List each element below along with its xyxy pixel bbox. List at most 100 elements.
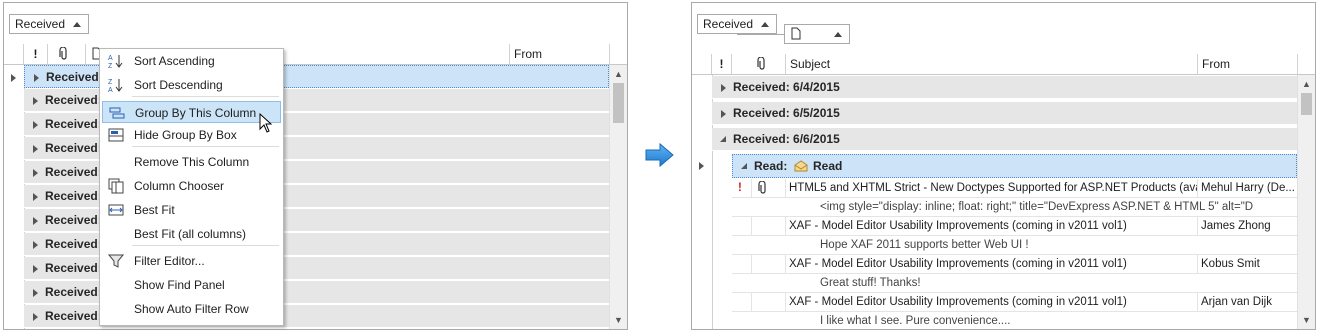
subject-cell: XAF - Model Editor Usability Improvement… <box>786 293 1198 311</box>
group-chip-connector <box>737 34 784 35</box>
scroll-down-arrow-icon[interactable]: ▼ <box>1302 315 1311 325</box>
table-row[interactable]: XAF - Model Editor Usability Improvement… <box>732 293 1297 312</box>
menu-item-sort-ascending[interactable]: A Z Sort Ascending <box>102 50 281 72</box>
column-header-subject-label: Subject <box>790 57 831 71</box>
importance-cell <box>732 255 752 273</box>
svg-text:Z: Z <box>108 63 113 69</box>
group-row[interactable]: Received: 6/4/2015 <box>712 76 1297 99</box>
group-chip-received[interactable]: Received <box>9 14 89 34</box>
column-header-from-label: From <box>514 47 542 61</box>
table-row[interactable]: XAF - Model Editor Usability Improvement… <box>732 255 1297 274</box>
expand-icon[interactable] <box>34 74 39 82</box>
importance-cell: ! <box>732 179 752 197</box>
expand-icon[interactable] <box>33 241 38 249</box>
group-row-label: Received: <box>46 70 103 84</box>
column-header-importance[interactable]: ! <box>24 44 48 64</box>
column-header-row: ! From <box>4 44 627 65</box>
menu-item-label: Remove This Column <box>134 155 250 169</box>
group-box-icon <box>108 127 124 143</box>
menu-item-label: Sort Descending <box>134 78 223 92</box>
paperclip-icon <box>758 181 766 194</box>
message-preview-row: Hope XAF 2011 supports better Web UI ! <box>732 236 1297 255</box>
attachment-cell <box>752 293 786 311</box>
table-row[interactable]: ! HTML5 and XHTML Strict - New Doctypes S… <box>732 179 1297 198</box>
menu-item-show-auto-filter-row[interactable]: Show Auto Filter Row <box>102 298 281 320</box>
menu-item-column-chooser[interactable]: Column Chooser <box>102 175 281 197</box>
menu-item-filter-editor[interactable]: Filter Editor... <box>102 250 281 272</box>
menu-item-remove-this-column[interactable]: Remove This Column <box>102 151 281 173</box>
menu-item-sort-descending[interactable]: Z A Sort Descending <box>102 74 281 96</box>
table-row[interactable]: XAF - Model Editor Usability Improvement… <box>732 217 1297 236</box>
group-row-label: Received: <box>45 117 102 131</box>
column-header-importance[interactable]: ! <box>712 54 732 74</box>
menu-item-group-by-this-column[interactable]: Group By This Column <box>102 101 281 123</box>
subject-cell: XAF - Model Editor Usability Improvement… <box>786 217 1198 235</box>
right-vertical-scrollbar[interactable]: ▲ ▼ <box>1297 75 1315 329</box>
menu-item-hide-group-by-box[interactable]: Hide Group By Box <box>102 124 281 146</box>
expand-icon[interactable] <box>33 193 38 201</box>
group-row-label: Received: <box>45 189 102 203</box>
scroll-down-arrow-icon[interactable]: ▼ <box>614 315 623 325</box>
expand-icon[interactable] <box>33 97 38 105</box>
column-header-subject[interactable]: Subject <box>786 54 1198 74</box>
message-preview-text: I like what I see. Pure convenience.... <box>820 315 1011 327</box>
column-header-from[interactable]: From <box>510 44 610 64</box>
column-header-attachment[interactable] <box>732 54 786 74</box>
expand-icon[interactable] <box>721 110 726 118</box>
collapse-icon[interactable] <box>741 163 747 169</box>
importance-icon: ! <box>33 47 38 61</box>
svg-text:Z: Z <box>108 79 113 86</box>
message-preview-row: I like what I see. Pure convenience.... <box>732 312 1297 329</box>
scrollbar-thumb[interactable] <box>1301 93 1312 115</box>
group-row-label: Received: <box>45 165 102 179</box>
expand-icon[interactable] <box>33 145 38 153</box>
from-cell: Arjan van Dijk <box>1201 296 1272 308</box>
expand-icon[interactable] <box>33 265 38 273</box>
column-header-attachment[interactable] <box>48 44 86 64</box>
group-row-label: Received: <box>45 309 102 323</box>
expand-icon[interactable] <box>33 313 38 321</box>
subject-cell: HTML5 and XHTML Strict - New Doctypes Su… <box>786 179 1198 197</box>
group-row[interactable]: Received: 6/5/2015 <box>712 102 1297 125</box>
menu-item-label: Best Fit (all columns) <box>134 227 247 241</box>
sort-descending-icon: ZA <box>108 77 124 94</box>
sort-ascending-indicator-icon <box>834 32 842 37</box>
right-grid: Received ! Subject From Received: 6/4/20… <box>691 2 1316 330</box>
column-header-indicator <box>4 44 24 64</box>
scroll-up-arrow-icon[interactable]: ▲ <box>614 69 623 79</box>
menu-item-label: Best Fit <box>134 203 175 217</box>
column-header-from-label: From <box>1202 57 1230 71</box>
menu-item-best-fit-all-columns[interactable]: Best Fit (all columns) <box>102 223 281 245</box>
column-header-indicator <box>692 54 712 74</box>
scroll-up-arrow-icon[interactable]: ▲ <box>1302 79 1311 89</box>
current-row-indicator-icon <box>11 74 16 82</box>
left-vertical-scrollbar[interactable]: ▲ ▼ <box>609 65 627 329</box>
menu-item-best-fit[interactable]: Best Fit <box>102 199 281 221</box>
column-context-menu: A Z Sort Ascending Z A Sort Descending Group B… <box>99 48 284 326</box>
column-header-from[interactable]: From <box>1198 54 1298 74</box>
expand-icon[interactable] <box>33 121 38 129</box>
envelope-open-icon <box>794 160 808 172</box>
menu-item-label: Column Chooser <box>134 179 225 193</box>
expand-icon[interactable] <box>33 217 38 225</box>
menu-item-show-find-panel[interactable]: Show Find Panel <box>102 274 281 296</box>
group-chip-received[interactable]: Received <box>697 14 777 34</box>
expand-icon[interactable] <box>33 289 38 297</box>
group-by-icon <box>109 105 125 121</box>
filter-icon <box>107 253 125 269</box>
collapse-icon[interactable] <box>720 136 726 142</box>
expand-icon[interactable] <box>33 169 38 177</box>
transition-arrow-icon <box>645 142 674 168</box>
column-chooser-icon <box>108 178 124 194</box>
menu-separator <box>132 146 279 147</box>
row-indicator-column <box>4 65 25 329</box>
attachment-cell <box>752 217 786 235</box>
subgroup-row-read[interactable]: Read: Read <box>732 154 1297 178</box>
group-chip-read[interactable] <box>784 24 850 44</box>
scrollbar-thumb[interactable] <box>613 83 624 123</box>
group-row-label: Received: 6/4/2015 <box>733 80 840 94</box>
document-icon <box>791 27 801 40</box>
expand-icon[interactable] <box>721 84 726 92</box>
from-cell: Mehul Harry (De... <box>1201 182 1295 194</box>
group-row[interactable]: Received: 6/6/2015 <box>712 128 1297 151</box>
